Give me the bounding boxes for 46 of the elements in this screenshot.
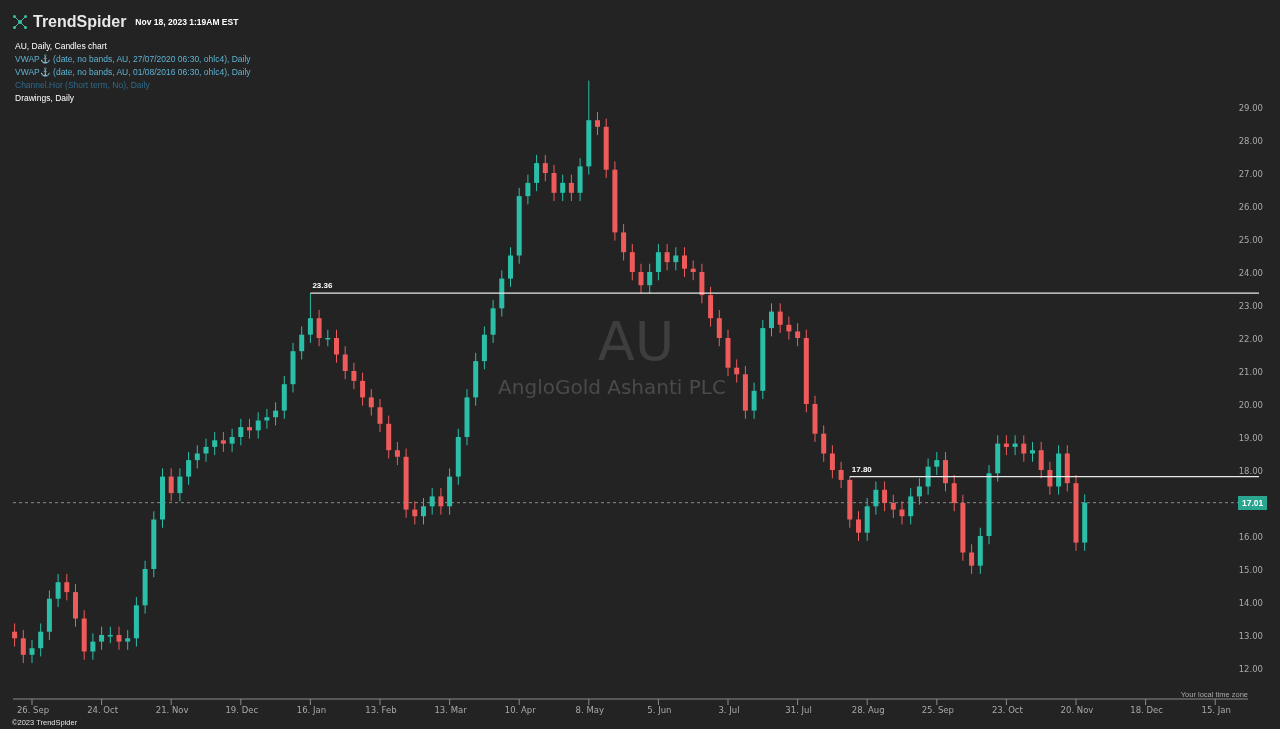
date-axis-label: 15. Jan	[1201, 705, 1231, 715]
date-axis-label: 18. Dec	[1130, 705, 1163, 715]
last-price-badge: 17.01	[1238, 495, 1268, 510]
price-axis-label: 26.00	[1238, 202, 1263, 212]
brand-name: TrendSpider	[33, 13, 127, 31]
level-label: 23.36	[312, 281, 333, 291]
price-axis-label: 12.00	[1238, 664, 1263, 674]
price-axis-label: 18.00	[1238, 466, 1263, 476]
date-axis-label: 26. Sep	[16, 705, 50, 715]
date-axis-label: 28. Aug	[851, 705, 885, 715]
price-axis-label: 24.00	[1238, 268, 1263, 278]
date-axis-label: 5. Jun	[647, 705, 672, 715]
date-axis-label: 13. Feb	[365, 705, 397, 715]
date-axis-label: 24. Oct	[87, 705, 119, 715]
price-axis-label: 27.00	[1238, 169, 1263, 179]
legend-entry[interactable]: Drawings, Daily	[15, 93, 75, 103]
date-axis-label: 19. Dec	[225, 705, 259, 715]
date-axis-label: 25. Sep	[921, 705, 954, 715]
legend-entry[interactable]: VWAP⚓ (date, no bands, AU, 27/07/2020 06:30, ohlc4), Daily	[15, 54, 251, 64]
price-axis-label: 29.00	[1238, 103, 1263, 113]
price-axis-label: 25.00	[1238, 235, 1263, 245]
price-axis-label: 21.00	[1238, 367, 1263, 377]
horizontal-level-line[interactable]	[849, 475, 1260, 478]
level-label: 17.80	[851, 464, 872, 474]
legend-entry[interactable]: AU, Daily, Candles chart	[15, 41, 107, 51]
legend-entry[interactable]: VWAP⚓ (date, no bands, AU, 01/08/2016 06:30, ohlc4), Daily	[15, 67, 251, 77]
date-axis-label: 10. Apr	[504, 705, 536, 715]
date-axis-label: 3. Jul	[718, 705, 740, 715]
price-axis-label: 16.00	[1238, 532, 1263, 542]
date-axis-label: 21. Nov	[155, 705, 189, 715]
price-axis-label: 19.00	[1238, 433, 1263, 443]
price-axis-label: 22.00	[1238, 334, 1263, 344]
price-axis-label: 28.00	[1238, 136, 1263, 146]
date-axis-label: 20. Nov	[1060, 705, 1094, 715]
timestamp: Nov 18, 2023 1:19AM EST	[135, 17, 239, 27]
date-axis-label: 8. May	[575, 705, 604, 715]
price-axis-label: 23.00	[1238, 301, 1263, 311]
price-axis-label: 13.00	[1238, 631, 1263, 641]
price-axis-label: 20.00	[1238, 400, 1263, 410]
spider-logo-icon	[12, 14, 28, 30]
date-axis-label: 23. Oct	[991, 705, 1023, 715]
date-axis-label: 31. Jul	[785, 705, 812, 715]
price-axis-label: 15.00	[1238, 565, 1263, 575]
date-axis-label: 16. Jan	[296, 705, 327, 715]
price-axis-label: 14.00	[1238, 598, 1263, 608]
date-axis-label: 13. Mar	[434, 705, 467, 715]
